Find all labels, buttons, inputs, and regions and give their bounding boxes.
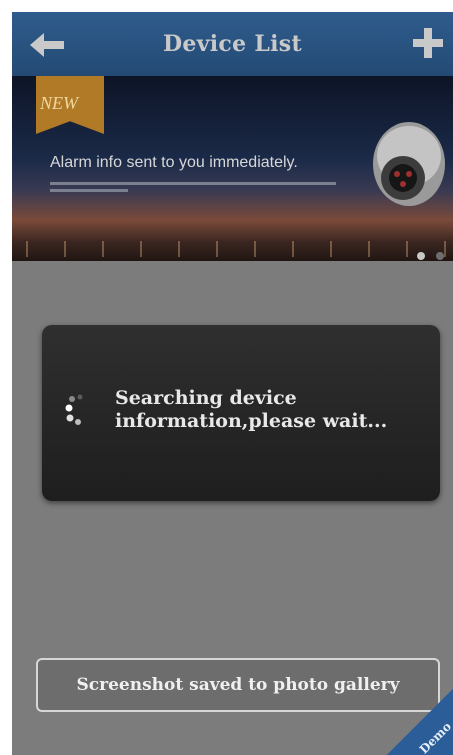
toast-message: Screenshot saved to photo gallery xyxy=(76,674,400,695)
city-lights xyxy=(12,241,453,257)
add-device-button[interactable] xyxy=(411,26,445,60)
loading-spinner-icon xyxy=(65,394,83,425)
arrow-left-icon xyxy=(30,33,64,57)
demo-label: Demo xyxy=(416,719,453,755)
carousel-dot-1[interactable] xyxy=(417,252,425,260)
top-bar: Device List xyxy=(12,12,453,77)
carousel-dot-2[interactable] xyxy=(436,252,444,260)
loading-dialog: Searching device information,please wait… xyxy=(42,325,440,501)
demo-corner-badge: Demo xyxy=(387,689,453,755)
promo-banner[interactable]: NEW Alarm info sent to you immediately. xyxy=(12,76,453,261)
back-button[interactable] xyxy=(30,30,70,60)
app-screen: Device List NEW Alarm info sent to you i… xyxy=(12,12,453,755)
page-title: Device List xyxy=(163,31,302,57)
plus-icon xyxy=(413,28,443,58)
new-ribbon-label: NEW xyxy=(40,93,78,113)
security-camera-icon xyxy=(373,122,445,206)
dialog-message: Searching device information,please wait… xyxy=(115,387,388,432)
banner-headline: Alarm info sent to you immediately. xyxy=(50,154,298,171)
banner-fineprint xyxy=(50,181,340,199)
toast-notification: Screenshot saved to photo gallery xyxy=(36,658,440,712)
